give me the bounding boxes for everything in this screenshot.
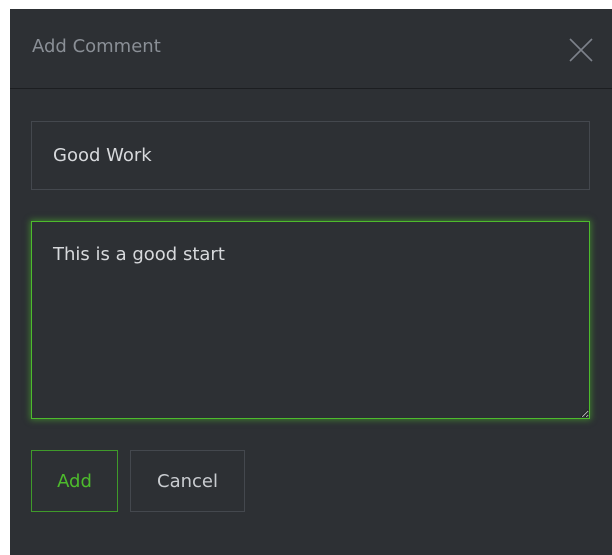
dialog-title: Add Comment xyxy=(32,36,161,57)
comment-textarea[interactable]: This is a good start xyxy=(31,221,590,419)
cancel-button[interactable]: Cancel xyxy=(130,450,245,512)
add-button[interactable]: Add xyxy=(31,450,118,512)
dialog-header: Add Comment xyxy=(10,9,612,89)
close-icon xyxy=(569,38,593,62)
comment-title-input[interactable] xyxy=(31,121,590,190)
add-comment-dialog: Add Comment This is a good start Add Can… xyxy=(10,9,612,555)
close-button[interactable] xyxy=(566,35,596,65)
